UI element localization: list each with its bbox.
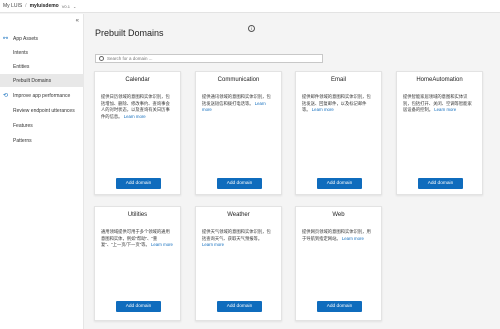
top-bar: My LUIS / myluisdemo V0.1 ⌄ [0, 0, 500, 13]
sidebar-item-label: Entities [13, 63, 30, 70]
domain-card-utilities: Utilities 通用领域提供可用于多个领域的通用意图和实体，例如"帮助"、"… [94, 206, 181, 321]
page-title: Prebuilt Domains [95, 28, 164, 38]
sidebar-item-entities[interactable]: Entities [0, 60, 84, 73]
learn-more-link[interactable]: Learn more [342, 236, 364, 241]
sidebar-item-label: Improve app performance [13, 92, 71, 99]
sidebar-group-improve-app-performance[interactable]: ⟲ Improve app performance [0, 89, 84, 102]
sidebar-item-prebuilt-domains[interactable]: Prebuilt Domains [0, 74, 84, 87]
version-label[interactable]: V0.1 [62, 4, 70, 9]
card-title: HomeAutomation [416, 77, 463, 83]
sidebar-item-patterns[interactable]: Patterns [0, 134, 84, 147]
card-title: Communication [217, 77, 260, 83]
domain-card-email: Email 提供邮件领域的意图和实体识别，包括发送、回复邮件，以及标记邮件等。 … [295, 71, 382, 195]
search-placeholder: Search for a domain ... [107, 56, 153, 61]
card-description: 提供智能家居领域的意图和实体识别，包括打开、关闭、空调等智能家居设备的控制。 L… [403, 94, 472, 112]
card-title: Utilities [127, 212, 148, 218]
project-name[interactable]: myluisdemo [30, 3, 59, 9]
learn-more-link[interactable]: Learn more [151, 242, 173, 247]
card-description: 提供网页领域的意图和实体识别，用于导航到指定网站。 Learn more [302, 229, 371, 241]
search-input[interactable]: Search for a domain ... [95, 54, 323, 63]
sidebar-item-label: Prebuilt Domains [13, 77, 52, 84]
card-description: 通用领域提供可用于多个领域的通用意图和实体，例如"帮助"、"重复"、"上一页/下… [101, 229, 173, 247]
domain-card-homeautomation: HomeAutomation 提供智能家居领域的意图和实体识别，包括打开、关闭、… [396, 71, 483, 195]
link-icon: ⚯ [3, 36, 9, 42]
chevron-down-icon[interactable]: ⌄ [73, 4, 76, 9]
add-domain-button[interactable]: Add domain [418, 178, 463, 189]
sidebar-item-label: Patterns [13, 137, 32, 144]
add-domain-button[interactable]: Add domain [217, 178, 262, 189]
add-domain-button[interactable]: Add domain [116, 178, 161, 189]
sidebar-item-label: Intents [13, 49, 29, 56]
sidebar-group-app-assets[interactable]: ⚯ App Assets [0, 32, 84, 45]
main-content: Prebuilt Domains i Search for a domain .… [85, 14, 500, 329]
learn-more-link[interactable]: Learn more [312, 107, 334, 112]
add-domain-button[interactable]: Add domain [317, 178, 362, 189]
add-domain-button[interactable]: Add domain [116, 301, 161, 312]
sidebar-item-review-endpoint-utterances[interactable]: Review endpoint utterances [0, 104, 84, 117]
sidebar-item-label: App Assets [13, 35, 39, 42]
card-description: 提供日历领域的意图和实体识别，包括增加、删除、修改事约、查询事会人的对时状态，以… [101, 94, 170, 119]
domain-card-weather: Weather 提供天气领域的意图和实体识别，包括查询天气、获取天气预报等。 L… [195, 206, 282, 321]
add-domain-button[interactable]: Add domain [317, 301, 362, 312]
card-title: Email [330, 77, 346, 83]
add-domain-button[interactable]: Add domain [217, 301, 262, 312]
learn-more-link[interactable]: Learn more [202, 242, 224, 247]
learn-more-link[interactable]: Learn more [434, 107, 456, 112]
breadcrumb-separator: / [25, 3, 27, 9]
refresh-icon: ⟲ [3, 93, 9, 99]
sidebar: « ⚯ App Assets Intents Entities Prebuilt… [0, 14, 84, 329]
card-title: Weather [227, 212, 250, 218]
card-description: 提供天气领域的意图和实体识别，包括查询天气、获取天气预报等。 Learn mor… [202, 229, 271, 247]
card-description: 提供通讯领域的意图和实体识别，包括发送短信和拨打电话等。 Learn more [202, 94, 271, 112]
sidebar-item-intents[interactable]: Intents [0, 46, 84, 59]
card-title: Calendar [125, 77, 150, 83]
sidebar-item-label: Features [13, 122, 33, 129]
card-title: Web [332, 212, 345, 218]
domain-card-web: Web 提供网页领域的意图和实体识别，用于导航到指定网站。 Learn more… [295, 206, 382, 321]
learn-more-link[interactable]: Learn more [124, 114, 146, 119]
domain-card-communication: Communication 提供通讯领域的意图和实体识别，包括发送短信和拨打电话… [195, 71, 282, 195]
domain-card-calendar: Calendar 提供日历领域的意图和实体识别，包括增加、删除、修改事约、查询事… [94, 71, 181, 195]
app-link[interactable]: My LUIS [3, 3, 22, 9]
sidebar-item-features[interactable]: Features [0, 119, 84, 132]
card-description: 提供邮件领域的意图和实体识别，包括发送、回复邮件，以及标记邮件等。 Learn … [302, 94, 371, 112]
sidebar-item-label: Review endpoint utterances [13, 107, 75, 114]
info-icon[interactable]: i [248, 25, 255, 32]
collapse-sidebar-icon[interactable]: « [76, 18, 79, 24]
search-icon [99, 56, 104, 61]
